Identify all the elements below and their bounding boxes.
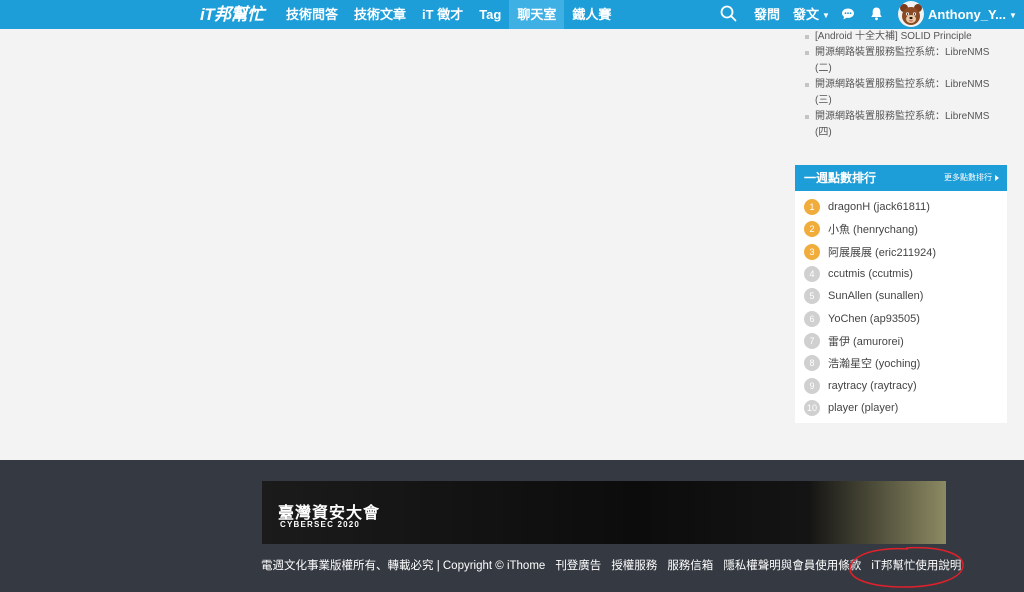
ranking-item[interactable]: 2 小魚 (henrychang) [804, 218, 936, 240]
article-link[interactable]: 開源網路裝置服務監控系統：LibreNMS (二) [803, 45, 1003, 77]
search-icon[interactable] [720, 5, 737, 22]
banner-subtitle: CYBERSEC 2020 [280, 520, 361, 529]
ranking-title: 一週點數排行 [804, 171, 877, 185]
post-dropdown[interactable]: 發文 ▼ [793, 0, 830, 29]
nav-tag[interactable]: Tag [471, 0, 509, 29]
ranking-item[interactable]: 9 raytracy (raytracy) [804, 374, 936, 396]
chevron-right-icon [995, 174, 999, 181]
rank-number: 10 [804, 399, 820, 416]
nav-ironman[interactable]: 鐵人賽 [564, 0, 619, 29]
username: Anthony_Y... [928, 7, 1007, 22]
rank-user[interactable]: 小魚 (henrychang) [828, 221, 918, 237]
rank-user[interactable]: dragonH (jack61811) [828, 201, 930, 213]
rank-number: 5 [804, 288, 820, 305]
main-nav: 技術問答 技術文章 iT 徵才 Tag 聊天室 鐵人賽 [278, 0, 619, 29]
footer-link-privacy[interactable]: 隱私權聲明與會員使用條款 [723, 557, 861, 573]
weekly-ranking-panel: 一週點數排行 更多點數排行 1 dragonH (jack61811) 2 小魚 (… [795, 165, 1007, 423]
more-ranking-link[interactable]: 更多點數排行 [944, 165, 999, 191]
rank-user[interactable]: YoChen (ap93505) [828, 313, 920, 325]
ask-button[interactable]: 發問 [754, 0, 780, 29]
chat-bubble-icon[interactable] [841, 7, 855, 21]
rank-number: 7 [804, 332, 820, 349]
bell-icon[interactable] [870, 6, 883, 21]
ranking-item[interactable]: 8 浩瀚星空 (yoching) [804, 352, 936, 374]
article-link[interactable]: 開源網路裝置服務監控系統：LibreNMS (三) [803, 77, 1003, 109]
footer-link-help[interactable]: iT邦幫忙使用說明 [871, 557, 961, 573]
article-link[interactable]: [Android 十全大補] SOLID Principle [803, 29, 1003, 45]
footer-link-licensing[interactable]: 授權服務 [611, 557, 657, 573]
rank-user[interactable]: SunAllen (sunallen) [828, 290, 923, 302]
rank-user[interactable]: player (player) [828, 402, 898, 414]
rank-number: 2 [804, 221, 820, 238]
ranking-item[interactable]: 10 player (player) [804, 397, 936, 419]
caret-down-icon: ▼ [1009, 11, 1017, 21]
avatar[interactable] [898, 1, 924, 27]
rank-number: 6 [804, 310, 820, 327]
ranking-item[interactable]: 5 SunAllen (sunallen) [804, 285, 936, 307]
ranking-item[interactable]: 4 ccutmis (ccutmis) [804, 263, 936, 285]
ranking-item[interactable]: 6 YoChen (ap93505) [804, 307, 936, 329]
nav-chatroom[interactable]: 聊天室 [509, 0, 565, 29]
rank-user[interactable]: ccutmis (ccutmis) [828, 268, 913, 280]
top-navbar: iT邦幫忙 技術問答 技術文章 iT 徵才 Tag 聊天室 鐵人賽 發問 發文 ▼ [0, 0, 1024, 29]
rank-user[interactable]: raytracy (raytracy) [828, 380, 917, 392]
caret-down-icon: ▼ [822, 11, 830, 21]
site-footer: 臺灣資安大會 CYBERSEC 2020 電週文化事業版權所有、轉載必究 | C… [0, 460, 1024, 592]
nav-qa[interactable]: 技術問答 [278, 0, 346, 29]
article-link[interactable]: 開源網路裝置服務監控系統：LibreNMS (四) [803, 109, 1003, 141]
post-label: 發文 [793, 7, 820, 22]
rank-user[interactable]: 浩瀚星空 (yoching) [828, 355, 920, 371]
user-menu[interactable]: Anthony_Y... ▼ [928, 0, 1017, 29]
footer-link-contact[interactable]: 服務信箱 [667, 557, 713, 573]
cybersec-banner[interactable]: 臺灣資安大會 CYBERSEC 2020 [262, 481, 946, 544]
ranking-item[interactable]: 1 dragonH (jack61811) [804, 196, 936, 218]
rank-user[interactable]: 雷伊 (amurorei) [828, 333, 904, 349]
nav-articles[interactable]: 技術文章 [346, 0, 414, 29]
rank-number: 4 [804, 266, 820, 283]
nav-jobs[interactable]: iT 徵才 [414, 0, 471, 29]
ranking-header: 一週點數排行 更多點數排行 [795, 165, 1007, 191]
rank-number: 3 [804, 243, 820, 260]
site-logo[interactable]: iT邦幫忙 [200, 0, 264, 29]
footer-links: 電週文化事業版權所有、轉載必究 | Copyright © iThome 刊登廣… [261, 557, 971, 573]
more-ranking-label: 更多點數排行 [944, 173, 992, 182]
ranking-item[interactable]: 3 阿展展展 (eric211924) [804, 241, 936, 263]
rank-number: 9 [804, 377, 820, 394]
avatar-bear-icon [900, 4, 922, 25]
footer-link-ads[interactable]: 刊登廣告 [555, 557, 601, 573]
rank-number: 1 [804, 199, 820, 216]
rank-user[interactable]: 阿展展展 (eric211924) [828, 244, 936, 260]
rank-number: 8 [804, 355, 820, 372]
related-article-list: [Android 十全大補] SOLID Principle 開源網路裝置服務監… [803, 29, 1003, 141]
ranking-list: 1 dragonH (jack61811) 2 小魚 (henrychang) 3阿… [804, 196, 936, 419]
copyright-text: 電週文化事業版權所有、轉載必究 | Copyright © iThome [261, 560, 546, 572]
ranking-item[interactable]: 7 雷伊 (amurorei) [804, 330, 936, 352]
